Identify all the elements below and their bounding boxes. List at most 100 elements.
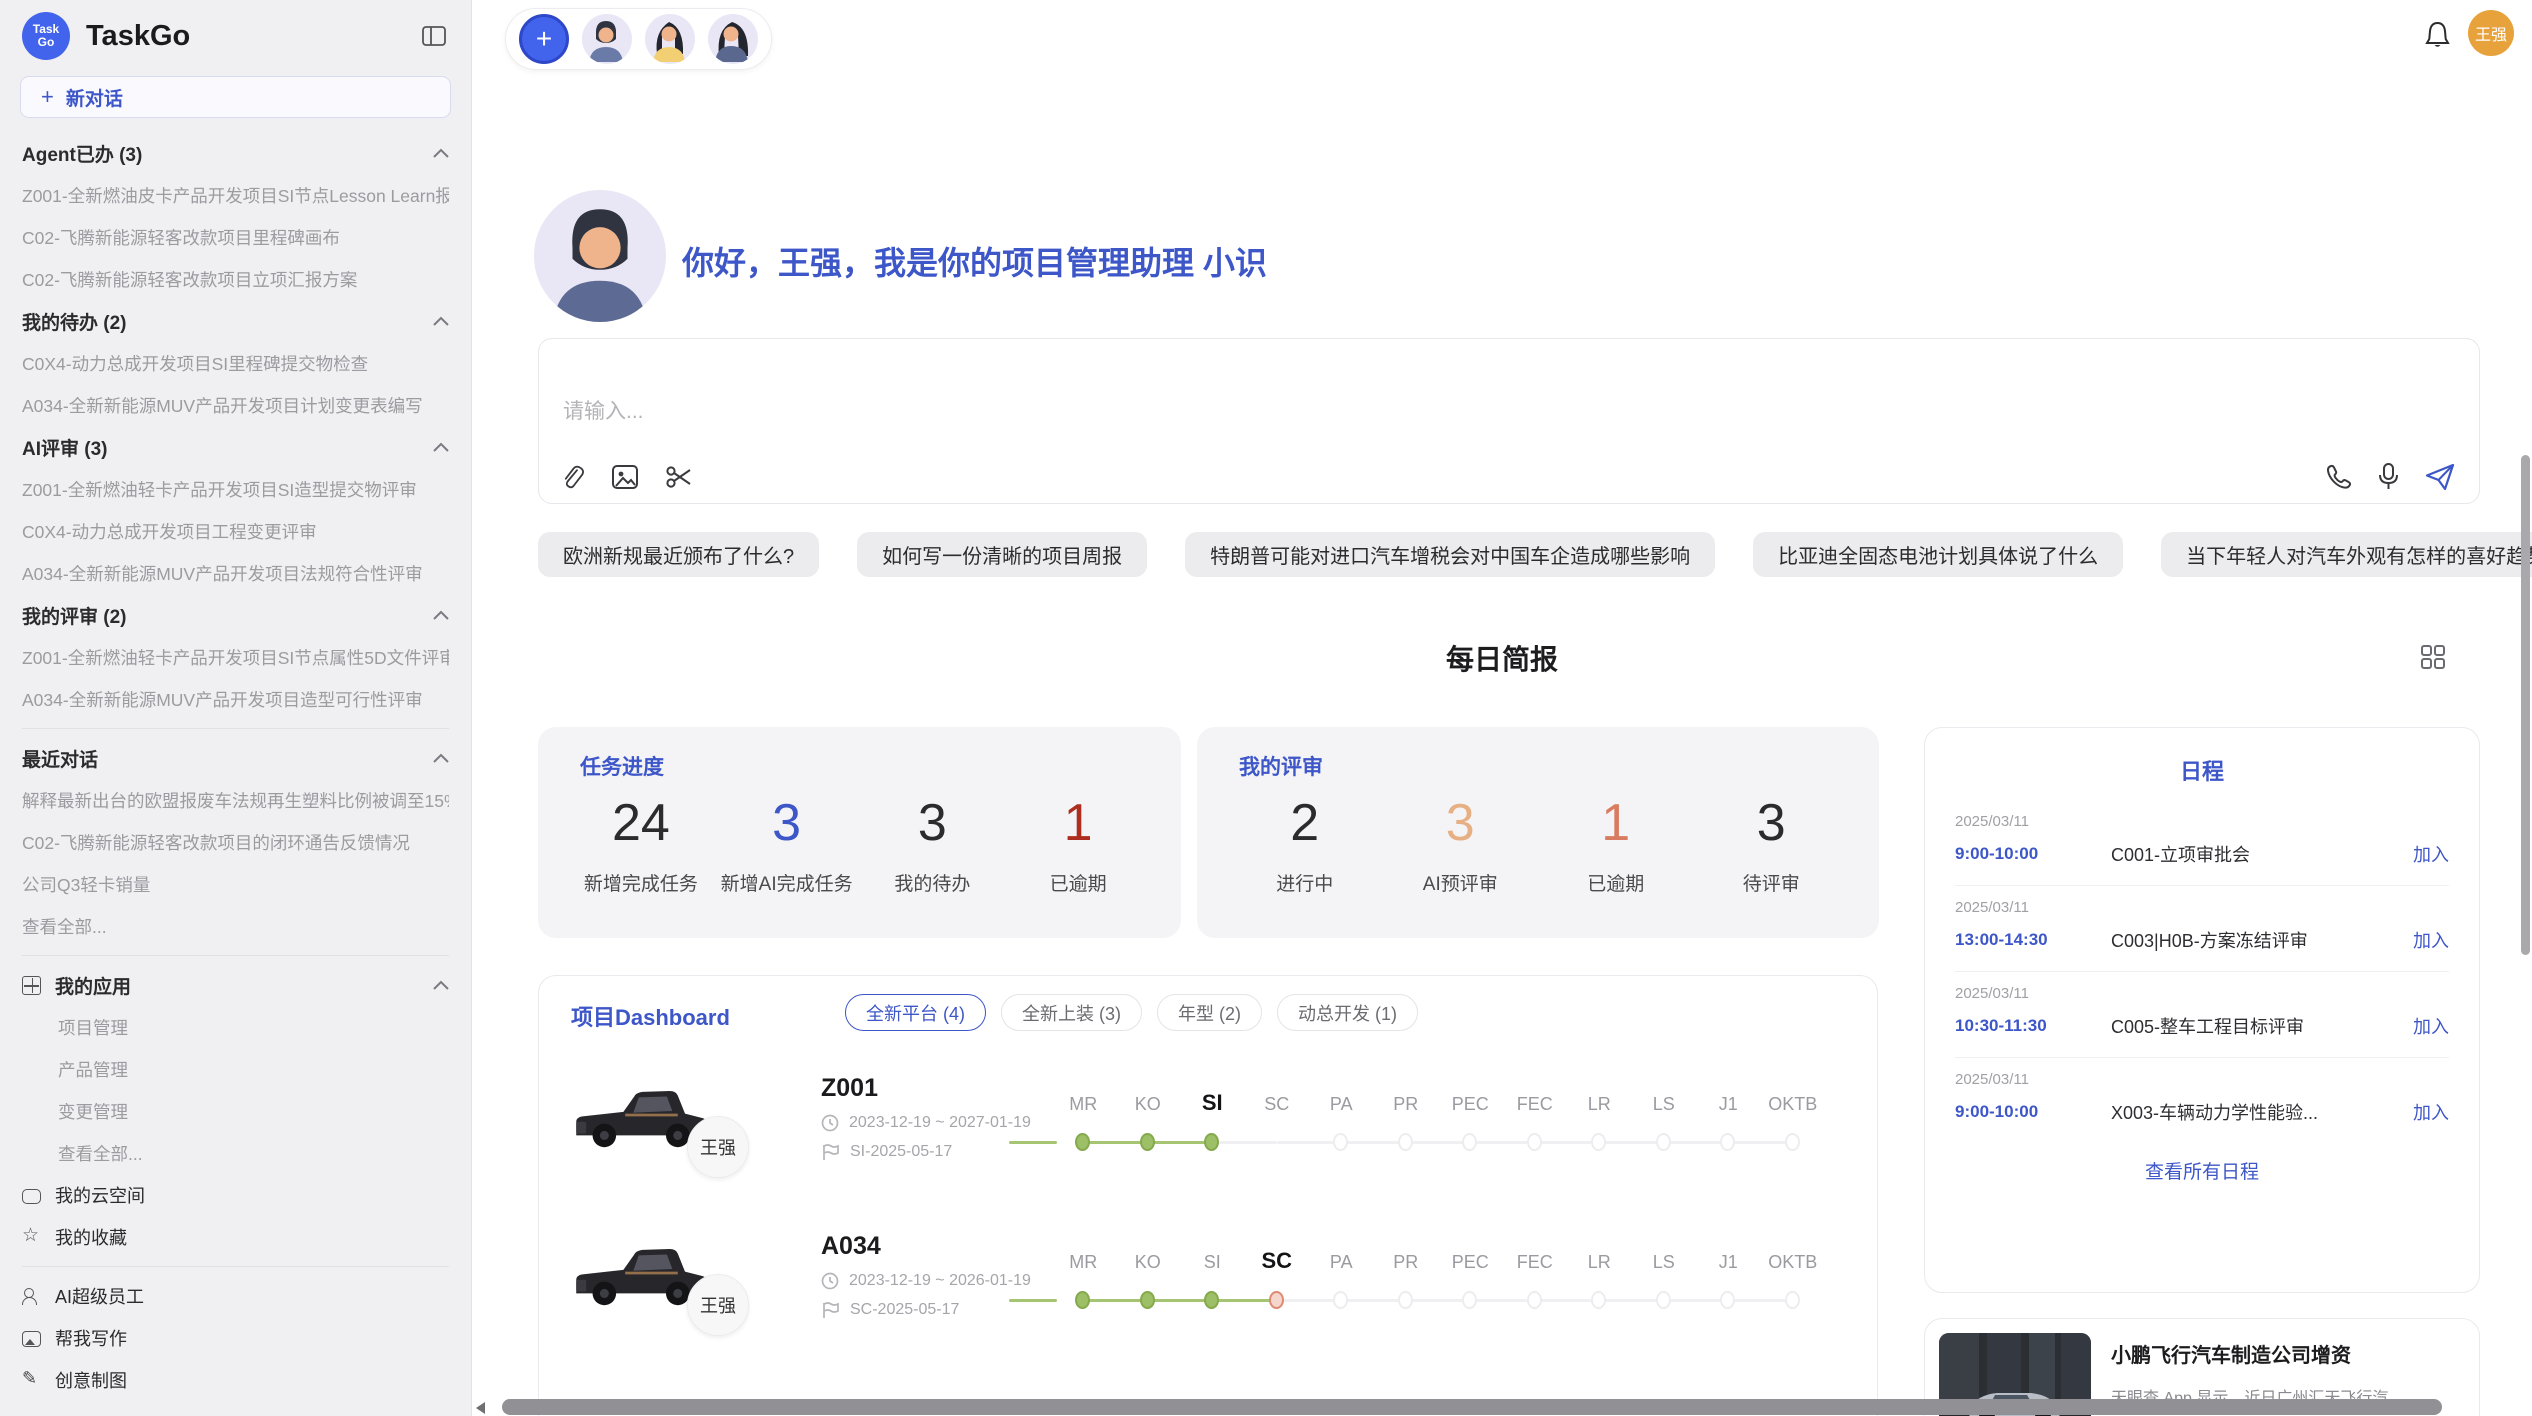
sidebar-section-header[interactable]: 我的评审 (2) <box>22 594 449 636</box>
chevron-up-icon[interactable] <box>433 148 449 158</box>
join-link[interactable]: 加入 <box>2413 927 2449 953</box>
sidebar-tool[interactable]: 帮我写作 <box>22 1317 449 1359</box>
milestone: FEC <box>1503 1240 1568 1335</box>
suggestion-chip[interactable]: 比亚迪全固态电池计划具体说了什么 <box>1753 532 2123 577</box>
join-link[interactable]: 加入 <box>2413 1013 2449 1039</box>
recent-conversation-item[interactable]: C02-飞腾新能源轻客改款项目的闭环通告反馈情况 <box>22 821 449 863</box>
dashboard-tab[interactable]: 动总开发 (1) <box>1277 994 1418 1031</box>
join-link[interactable]: 加入 <box>2413 1099 2449 1125</box>
image-icon[interactable] <box>611 464 639 490</box>
sidebar-item[interactable]: C0X4-动力总成开发项目SI里程碑提交物检查 <box>22 342 449 384</box>
scissors-icon[interactable] <box>665 464 693 490</box>
app-item[interactable]: 变更管理 <box>22 1090 449 1132</box>
sidebar-item[interactable]: A034-全新新能源MUV产品开发项目造型可行性评审 <box>22 678 449 720</box>
sidebar-item[interactable]: Z001-全新燃油轻卡产品开发项目SI节点属性5D文件评审 <box>22 636 449 678</box>
milestone-connector <box>1342 1299 1407 1302</box>
sidebar-link[interactable]: 我的收藏 <box>22 1216 449 1258</box>
phone-icon[interactable] <box>2325 463 2352 490</box>
clock-icon <box>821 1114 839 1132</box>
sidebar-item[interactable]: C02-飞腾新能源轻客改款项目里程碑画布 <box>22 216 449 258</box>
sidebar-section-header-recent[interactable]: 最近对话 <box>22 737 449 779</box>
horizontal-scrollbar[interactable] <box>474 1399 2516 1415</box>
sidebar-item[interactable]: Z001-全新燃油轻卡产品开发项目SI造型提交物评审 <box>22 468 449 510</box>
sidebar-item[interactable]: Z001-全新燃油皮卡产品开发项目SI节点Lesson Learn报告 <box>22 174 449 216</box>
suggestion-chip[interactable]: 欧洲新规最近颁布了什么? <box>538 532 819 577</box>
sidebar-tool[interactable]: AI超级员工 <box>22 1275 449 1317</box>
dashboard-tab[interactable]: 全新平台 (4) <box>845 994 986 1031</box>
milestone-dot <box>1785 1133 1800 1151</box>
project-row[interactable]: 王强 Z001 2023-12-19 ~ 2027-01-19 SI-2025-… <box>539 1066 1877 1224</box>
sidebar-tool[interactable]: 创意制图 <box>22 1359 449 1401</box>
sidebar-item[interactable]: A034-全新新能源MUV产品开发项目法规符合性评审 <box>22 552 449 594</box>
sidebar-item[interactable]: A034-全新新能源MUV产品开发项目计划变更表编写 <box>22 384 449 426</box>
milestone-connector <box>1535 1299 1600 1302</box>
recent-conversation-item[interactable]: 解释最新出台的欧盟报废车法规再生塑料比例被调至15%... <box>22 779 449 821</box>
chevron-up-icon[interactable] <box>433 442 449 452</box>
new-chat-button[interactable]: + 新对话 <box>20 76 451 118</box>
sidebar-section-header[interactable]: 我的待办 (2) <box>22 300 449 342</box>
add-member-button[interactable]: + <box>519 14 569 64</box>
suggestion-chip[interactable]: 如何写一份清晰的项目周报 <box>857 532 1147 577</box>
milestone: MR <box>1051 1240 1116 1335</box>
horizontal-scrollbar-handle[interactable] <box>502 1399 2442 1415</box>
milestone-label: PA <box>1309 1252 1374 1273</box>
recent-conversation-item[interactable]: 查看全部... <box>22 905 449 947</box>
section-title: 我的待办 (2) <box>22 308 127 335</box>
milestone-connector <box>1471 1141 1536 1144</box>
milestone-label: SC <box>1245 1248 1310 1274</box>
dashboard-tab[interactable]: 全新上装 (3) <box>1001 994 1142 1031</box>
team-avatar[interactable] <box>582 14 632 64</box>
milestone-connector <box>1600 1141 1665 1144</box>
sidebar-section-header[interactable]: Agent已办 (3) <box>22 132 449 174</box>
app-item[interactable]: 产品管理 <box>22 1048 449 1090</box>
stat-value: 3 <box>1694 793 1850 853</box>
layout-grid-icon[interactable] <box>2420 644 2446 670</box>
milestone-connector <box>1213 1141 1278 1144</box>
project-row[interactable]: 王强 A034 2023-12-19 ~ 2026-01-19 SC-2025-… <box>539 1224 1877 1382</box>
suggestion-chip[interactable]: 当下年轻人对汽车外观有怎样的喜好趋势 <box>2161 532 2532 577</box>
sidebar-item[interactable]: C02-飞腾新能源轻客改款项目立项汇报方案 <box>22 258 449 300</box>
sidebar-list: Agent已办 (3) Z001-全新燃油皮卡产品开发项目SI节点Lesson … <box>0 124 471 1401</box>
chat-input[interactable] <box>553 385 2053 445</box>
sidebar-section-header[interactable]: AI评审 (3) <box>22 426 449 468</box>
app-title: TaskGo <box>86 20 403 53</box>
chevron-up-icon[interactable] <box>433 610 449 620</box>
chevron-up-icon[interactable] <box>433 980 449 990</box>
milestone-label: FEC <box>1503 1094 1568 1115</box>
stat-label: 我的待办 <box>860 869 1006 896</box>
flag-milestone-text: SC-2025-05-17 <box>850 1301 959 1319</box>
view-all-schedule[interactable]: 查看所有日程 <box>1925 1157 2479 1184</box>
stats-row: 2 进行中 3 AI预评审 1 已逾期 3 待 <box>1227 793 1849 896</box>
sidebar-tool-icon <box>22 1371 41 1390</box>
owner-badge: 王强 <box>687 1274 749 1336</box>
milestone-dot <box>1720 1291 1735 1309</box>
dashboard-tab[interactable]: 年型 (2) <box>1157 994 1262 1031</box>
chevron-up-icon[interactable] <box>433 753 449 763</box>
recent-conversation-item[interactable]: 公司Q3轻卡销量 <box>22 863 449 905</box>
milestone: PA <box>1309 1240 1374 1335</box>
milestone-dot <box>1527 1291 1542 1309</box>
stat-label: 新增完成任务 <box>568 869 714 896</box>
user-avatar[interactable]: 王强 <box>2468 10 2514 56</box>
vertical-scrollbar-handle[interactable] <box>2521 455 2530 955</box>
team-avatar[interactable] <box>708 14 758 64</box>
milestone-dot <box>1785 1291 1800 1309</box>
app-item[interactable]: 查看全部... <box>22 1132 449 1174</box>
milestone-dot <box>1462 1133 1477 1151</box>
sidebar-section-header-apps[interactable]: 我的应用 <box>22 964 449 1006</box>
suggestion-chip[interactable]: 特朗普可能对进口汽车增税会对中国车企造成哪些影响 <box>1185 532 1715 577</box>
team-avatar[interactable] <box>645 14 695 64</box>
app-item[interactable]: 项目管理 <box>22 1006 449 1048</box>
milestone: OKTB <box>1761 1082 1826 1177</box>
join-link[interactable]: 加入 <box>2413 841 2449 867</box>
notification-bell-icon[interactable] <box>2424 20 2451 50</box>
sidebar-link[interactable]: 我的云空间 <box>22 1174 449 1216</box>
chevron-up-icon[interactable] <box>433 316 449 326</box>
send-icon[interactable] <box>2425 463 2455 491</box>
sidebar-item[interactable]: C0X4-动力总成开发项目工程变更评审 <box>22 510 449 552</box>
paperclip-icon[interactable] <box>559 463 585 491</box>
mic-icon[interactable] <box>2376 462 2401 491</box>
dashboard-tabs: 全新平台 (4) 全新上装 (3) 年型 (2) 动总开发 (1) <box>845 994 1418 1031</box>
collapse-sidebar-icon[interactable] <box>419 21 449 51</box>
scroll-left-arrow-icon[interactable] <box>476 1402 485 1414</box>
